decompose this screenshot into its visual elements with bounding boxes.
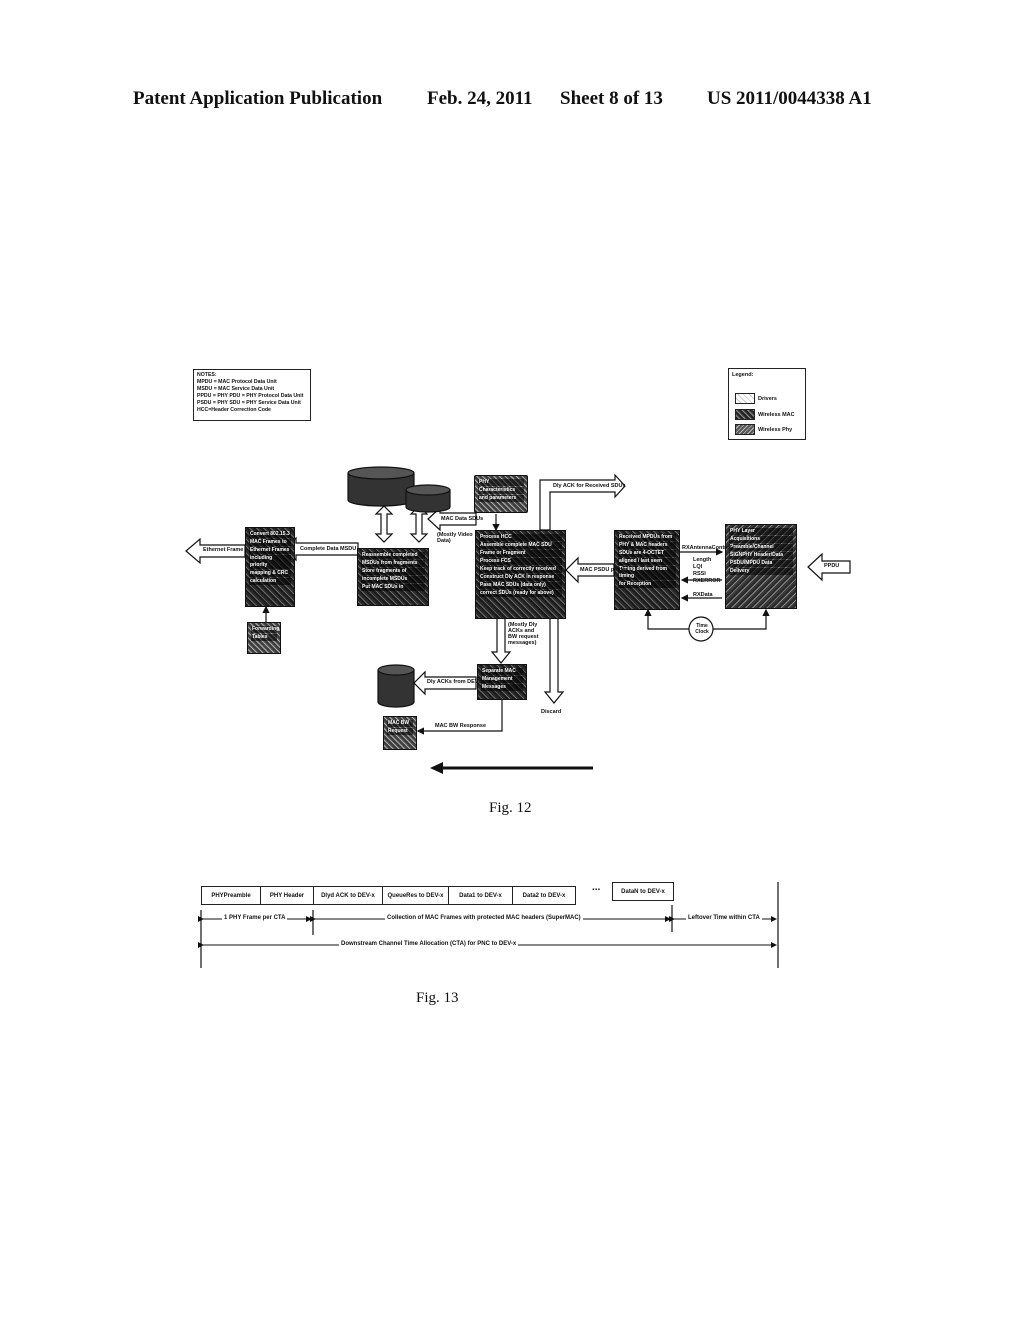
frame-cell-datan: DataN to DEV-x [612, 882, 674, 901]
fig12-caption: Fig. 12 [489, 800, 532, 816]
lqi-label: LQI [693, 564, 703, 570]
fig12-connectors [185, 466, 851, 968]
leftover-span-label: Leftover Time within CTA [686, 915, 762, 921]
mostly-dly-label: (Mostly Dly ACKs and BW request messages… [508, 622, 539, 646]
frame-cell-dlyd-ack: Dlyd ACK to DEV-x [313, 886, 383, 905]
bw-request-doc: MAC BW Request [383, 716, 417, 750]
rx-msdu-db-cylinder [405, 484, 451, 513]
rx-antenna-label: RXAntennaControl [682, 545, 732, 551]
rssi-label: RSSI [693, 571, 706, 577]
reassembly-block: Reassemble completed MSDUs from fragment… [357, 548, 429, 606]
mac-rx-block: Process HCC Assemble complete MAC SDU Fr… [475, 530, 566, 619]
frame-cell-queueres: QueueRes to DEV-x [382, 886, 449, 905]
downstream-span-label: Downstream Channel Time Allocation (CTA)… [339, 941, 519, 947]
phy-layer-block: PHY Layer Acquisitions Preamble/Channel … [725, 524, 797, 609]
rxdata-label: RXData [693, 592, 713, 598]
pending-db-cylinder [377, 664, 415, 708]
forwarding-table-doc: Forwarding Tables [247, 622, 281, 654]
dly-ack-label: Dly ACK for Received SDUs [553, 483, 626, 489]
rxerror-label: RXERROR [693, 578, 721, 584]
reorder-db-cylinder [347, 466, 415, 507]
discard-arrow [543, 617, 565, 704]
convert-block: Convert 802.15.3 MAC Frames to Ethernet … [245, 527, 295, 607]
discard-label: Discard [541, 709, 562, 715]
bw-response-label: MAC BW Response [435, 723, 487, 729]
ellipsis: ... [592, 882, 601, 893]
phy-frame-span-label: 1 PHY Frame per CTA [222, 915, 288, 921]
phy-char-doc: PHY Characteristics and parameters [474, 475, 528, 513]
frame-cell-data1: Data1 to DEV-x [448, 886, 513, 905]
time-clock-label: Time Clock [695, 623, 709, 635]
ppdu-label: PPDU [824, 563, 840, 569]
length-label: Length [693, 557, 712, 563]
fig13-caption: Fig. 13 [416, 990, 459, 1006]
separate-mac-block: Separate MAC Management Messages [477, 664, 527, 700]
frame-cell-data2: Data2 to DEV-x [512, 886, 576, 905]
mostly-video-label: (Mostly Video Data) [437, 532, 473, 544]
frame-cell-phy-preamble: PHYPreamble [201, 886, 261, 905]
ethernet-frame-label: Ethernet Frame [203, 547, 244, 553]
reorder-db-double-arrow [374, 505, 394, 543]
mac-data-sdus-label: MAC Data SDUs [441, 516, 484, 522]
collection-span-label: Collection of MAC Frames with protected … [385, 915, 583, 921]
dly-acks-from-devs-label: Dly ACKs from DEVs [427, 679, 482, 685]
frame-cell-phy-header: PHY Header [260, 886, 314, 905]
mac-psdu-label: MAC PSDU pieces [580, 567, 628, 573]
complete-msdu-label: Complete Data MSDU [300, 546, 357, 552]
